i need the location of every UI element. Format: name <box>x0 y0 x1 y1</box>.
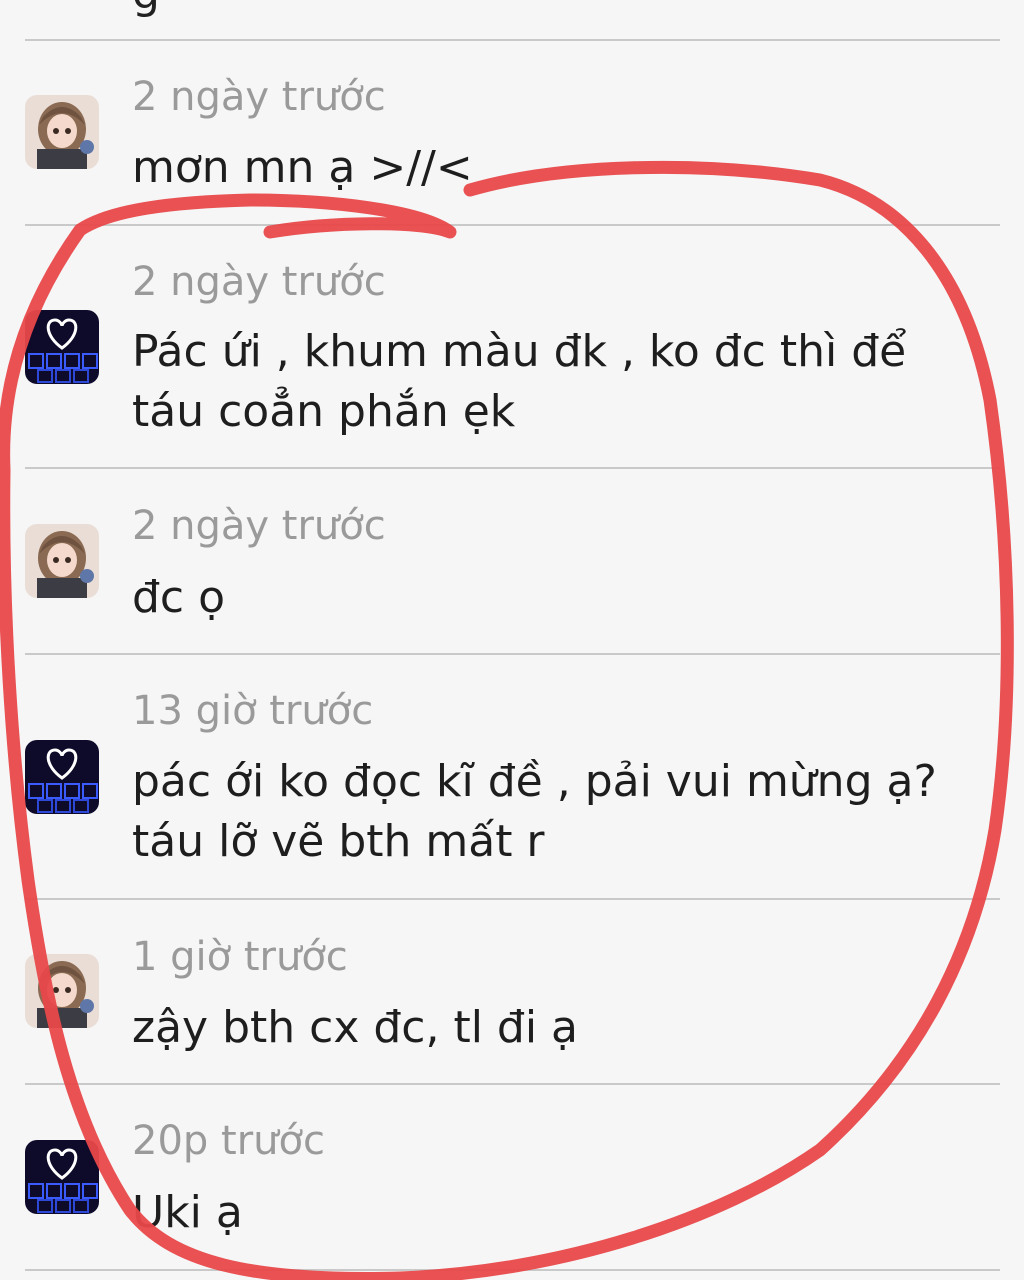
neon-heart-avatar-icon[interactable] <box>25 740 99 814</box>
divider <box>25 1269 1000 1271</box>
comment-text: Uki ạ <box>132 1187 243 1238</box>
comment-text-line: táu coẳn phắn ẹk <box>132 386 516 437</box>
comment-timestamp: 2 ngày trước <box>132 503 386 549</box>
comment-item[interactable]: 20p trước Uki ạ <box>0 1084 1024 1270</box>
comment-timestamp: 1 giờ trước <box>132 934 348 980</box>
comment-timestamp: 13 giờ trước <box>132 688 374 734</box>
comment-timestamp: 2 ngày trước <box>132 74 386 120</box>
comment-item[interactable]: 2 ngày trước Pác ứi , khum màu đk , ko đ… <box>0 225 1024 468</box>
comment-text: đc ọ <box>132 572 226 623</box>
comment-text: zậy bth cx đc, tl đi ạ <box>132 1002 579 1053</box>
comment-item[interactable]: 2 ngày trước đc ọ <box>0 468 1024 654</box>
comment-item[interactable]: 1 giờ trước zậy bth cx đc, tl đi ạ <box>0 899 1024 1084</box>
neon-heart-avatar-icon[interactable] <box>25 310 99 384</box>
comment-text-line: pác ới ko đọc kĩ đề , pải vui mừng ạ? <box>132 756 937 807</box>
comment-thread: g 2 ngày trước mơn mn ạ >//< <box>0 0 1024 1280</box>
comment-item[interactable]: 2 ngày trước mơn mn ạ >//< <box>0 40 1024 225</box>
anime-girl-avatar-icon[interactable] <box>25 524 99 598</box>
comment-text-line: Pác ứi , khum màu đk , ko đc thì để <box>132 326 907 377</box>
anime-girl-avatar-icon[interactable] <box>25 954 99 1028</box>
comment-text: mơn mn ạ >//< <box>132 142 473 193</box>
comment-item[interactable]: 13 giờ trước pác ới ko đọc kĩ đề , pải v… <box>0 654 1024 899</box>
anime-girl-avatar-icon[interactable] <box>25 95 99 169</box>
comment-timestamp: 2 ngày trước <box>132 259 386 305</box>
comment-text-line: táu lỡ vẽ bth mất r <box>132 816 545 867</box>
comment-timestamp: 20p trước <box>132 1118 325 1164</box>
partial-comment-text: g <box>132 0 160 19</box>
neon-heart-avatar-icon[interactable] <box>25 1140 99 1214</box>
